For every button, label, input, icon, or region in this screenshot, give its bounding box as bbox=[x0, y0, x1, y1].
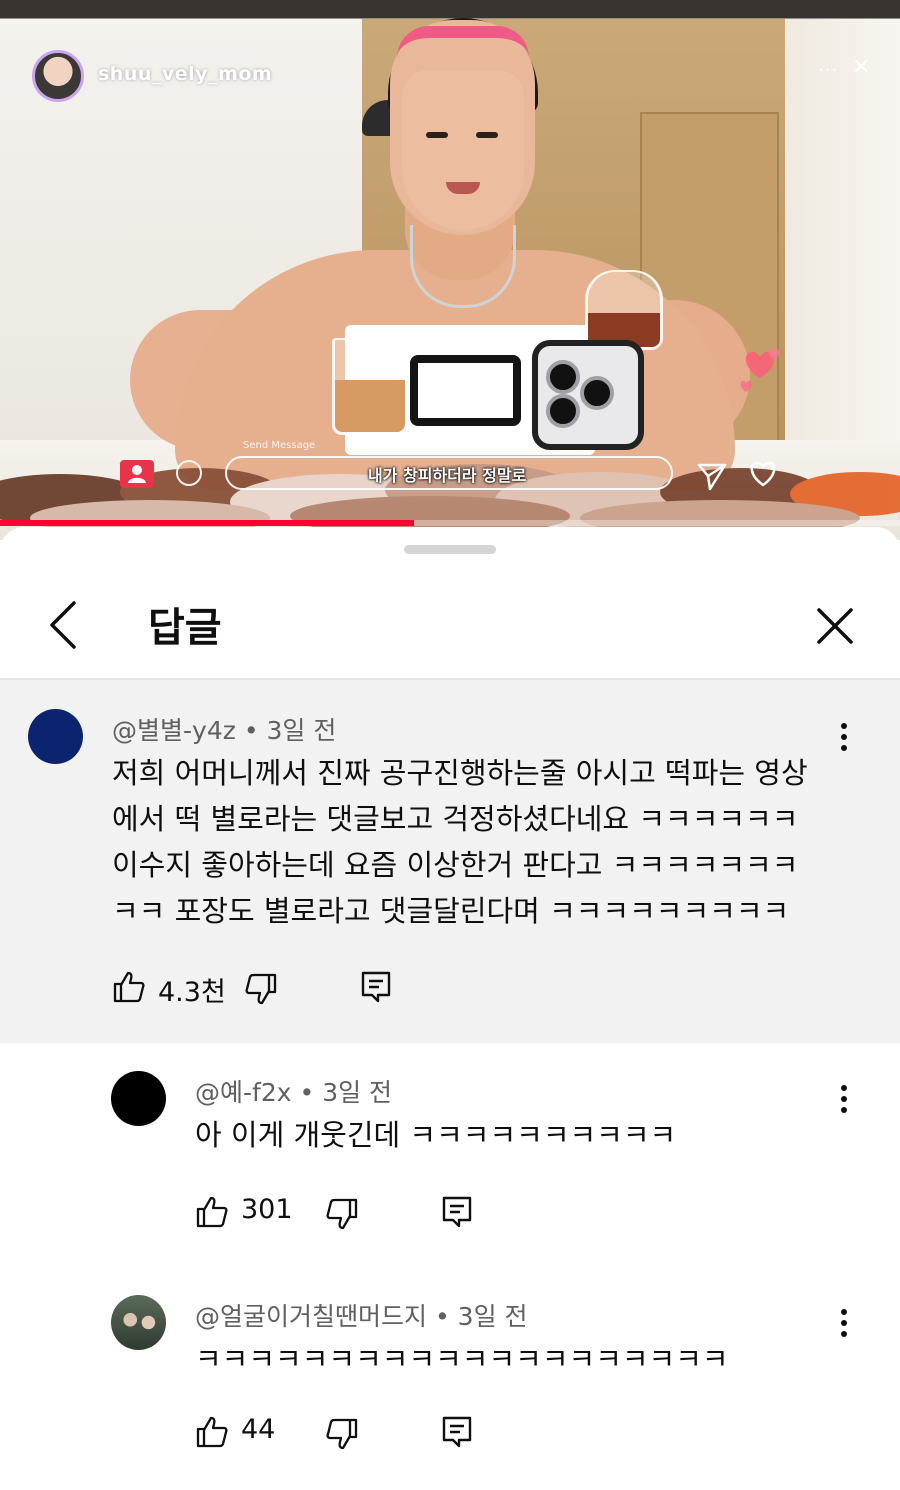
reply-icon[interactable] bbox=[360, 970, 392, 1004]
close-icon[interactable]: ✕ bbox=[852, 55, 870, 80]
comment-actions: 301 bbox=[195, 1193, 495, 1233]
like-count: 4.3천 bbox=[158, 977, 226, 1008]
video-caption: 내가 창피하더라 정말로 bbox=[368, 466, 527, 485]
comment-avatar[interactable] bbox=[28, 709, 83, 764]
comment-time: 3일 전 bbox=[266, 716, 337, 745]
person-icon[interactable] bbox=[120, 460, 154, 488]
comment-author[interactable]: @예-f2x bbox=[195, 1078, 292, 1107]
background-wall-right bbox=[785, 19, 900, 449]
video-progress-fill bbox=[0, 520, 414, 526]
dislike-icon[interactable] bbox=[325, 1417, 359, 1451]
parent-comment: @별별-y4z • 3일 전 저희 어머니께서 진짜 공구진행하는줄 아시고 떡… bbox=[0, 680, 900, 1043]
comment-time: 3일 전 bbox=[322, 1078, 393, 1107]
comment-actions: 4.3천 bbox=[112, 968, 412, 1008]
comment-text: ㅋㅋㅋㅋㅋㅋㅋㅋㅋㅋㅋㅋㅋㅋㅋㅋㅋㅋㅋㅋ bbox=[195, 1336, 729, 1382]
like-count: 301 bbox=[241, 1194, 293, 1225]
glass-right bbox=[585, 270, 663, 350]
heart-icon[interactable] bbox=[746, 456, 780, 490]
video-player[interactable]: shuu_vely_mom ··· ✕ Send Message 내가 창피하더… bbox=[0, 0, 900, 540]
hearts-decoration bbox=[740, 348, 780, 392]
like-icon[interactable] bbox=[195, 1415, 229, 1449]
comment-author[interactable]: @별별-y4z bbox=[112, 716, 236, 745]
back-arrow-icon[interactable] bbox=[40, 597, 90, 653]
message-label: Send Message bbox=[243, 440, 316, 451]
send-icon[interactable] bbox=[696, 460, 728, 492]
like-icon[interactable] bbox=[112, 970, 146, 1004]
comment-bubble-icon[interactable] bbox=[176, 460, 202, 486]
comment-meta: @얼굴이거칠땐머드지 • 3일 전 bbox=[195, 1297, 528, 1333]
comment-line: ㅋㅋㅋㅋㅋㅋㅋㅋㅋㅋㅋㅋㅋㅋㅋㅋㅋㅋㅋㅋ bbox=[195, 1342, 729, 1376]
account-avatar[interactable] bbox=[32, 50, 84, 102]
reply-comment: @얼굴이거칠땐머드지 • 3일 전 ㅋㅋㅋㅋㅋㅋㅋㅋㅋㅋㅋㅋㅋㅋㅋㅋㅋㅋㅋㅋ 4… bbox=[0, 1267, 900, 1490]
account-name[interactable]: shuu_vely_mom bbox=[98, 63, 272, 85]
like-icon[interactable] bbox=[195, 1195, 229, 1229]
comment-line: 에서 떡 별로라는 댓글보고 걱정하셨다네요 ㅋㅋㅋㅋㅋㅋ bbox=[112, 802, 799, 836]
comment-meta: @별별-y4z • 3일 전 bbox=[112, 711, 336, 747]
dislike-icon[interactable] bbox=[325, 1197, 359, 1231]
reply-icon[interactable] bbox=[441, 1195, 473, 1229]
like-count: 44 bbox=[241, 1414, 276, 1445]
drag-handle[interactable] bbox=[404, 545, 496, 554]
comment-line: 저희 어머니께서 진짜 공구진행하는줄 아시고 떡파는 영상 bbox=[112, 756, 808, 790]
comment-text: 아 이게 개웃긴데 ㅋㅋㅋㅋㅋㅋㅋㅋㅋㅋ bbox=[195, 1112, 676, 1158]
person-headband bbox=[397, 26, 529, 62]
meta-separator: • bbox=[434, 1302, 458, 1331]
more-options-icon[interactable] bbox=[840, 723, 848, 759]
comment-time: 3일 전 bbox=[457, 1302, 528, 1331]
sheet-title: 답글 bbox=[148, 605, 222, 651]
comment-avatar[interactable] bbox=[111, 1071, 166, 1126]
top-logo bbox=[410, 355, 521, 426]
video-progress-bar[interactable] bbox=[0, 520, 900, 526]
dislike-icon[interactable] bbox=[244, 972, 278, 1006]
comment-avatar[interactable] bbox=[111, 1295, 166, 1350]
comment-line: ㅋㅋ 포장도 별로라고 댓글달린다며 ㅋㅋㅋㅋㅋㅋㅋㅋㅋ bbox=[112, 894, 790, 928]
comment-line: 이수지 좋아하는데 요즘 이상한거 판다고 ㅋㅋㅋㅋㅋㅋㅋ bbox=[112, 848, 799, 882]
comment-actions: 44 bbox=[195, 1413, 495, 1453]
glass-left bbox=[332, 338, 408, 435]
more-icon[interactable]: ··· bbox=[818, 60, 838, 81]
meta-separator: • bbox=[299, 1078, 323, 1107]
reply-comment: @예-f2x • 3일 전 아 이게 개웃긴데 ㅋㅋㅋㅋㅋㅋㅋㅋㅋㅋ 301 bbox=[0, 1043, 900, 1263]
close-icon[interactable] bbox=[812, 603, 858, 649]
meta-separator: • bbox=[243, 716, 267, 745]
comment-text: 저희 어머니께서 진짜 공구진행하는줄 아시고 떡파는 영상 에서 떡 별로라는… bbox=[112, 750, 808, 934]
more-options-icon[interactable] bbox=[840, 1309, 848, 1345]
reply-icon[interactable] bbox=[441, 1415, 473, 1449]
comment-author[interactable]: @얼굴이거칠땐머드지 bbox=[195, 1302, 427, 1331]
comment-meta: @예-f2x • 3일 전 bbox=[195, 1073, 392, 1109]
comment-line: 아 이게 개웃긴데 ㅋㅋㅋㅋㅋㅋㅋㅋㅋㅋ bbox=[195, 1118, 677, 1152]
person-face bbox=[402, 70, 524, 230]
replies-sheet: 답글 @별별-y4z • 3일 전 저희 어머니께서 진짜 공구진행하는줄 아시… bbox=[0, 527, 900, 1490]
more-options-icon[interactable] bbox=[840, 1085, 848, 1121]
